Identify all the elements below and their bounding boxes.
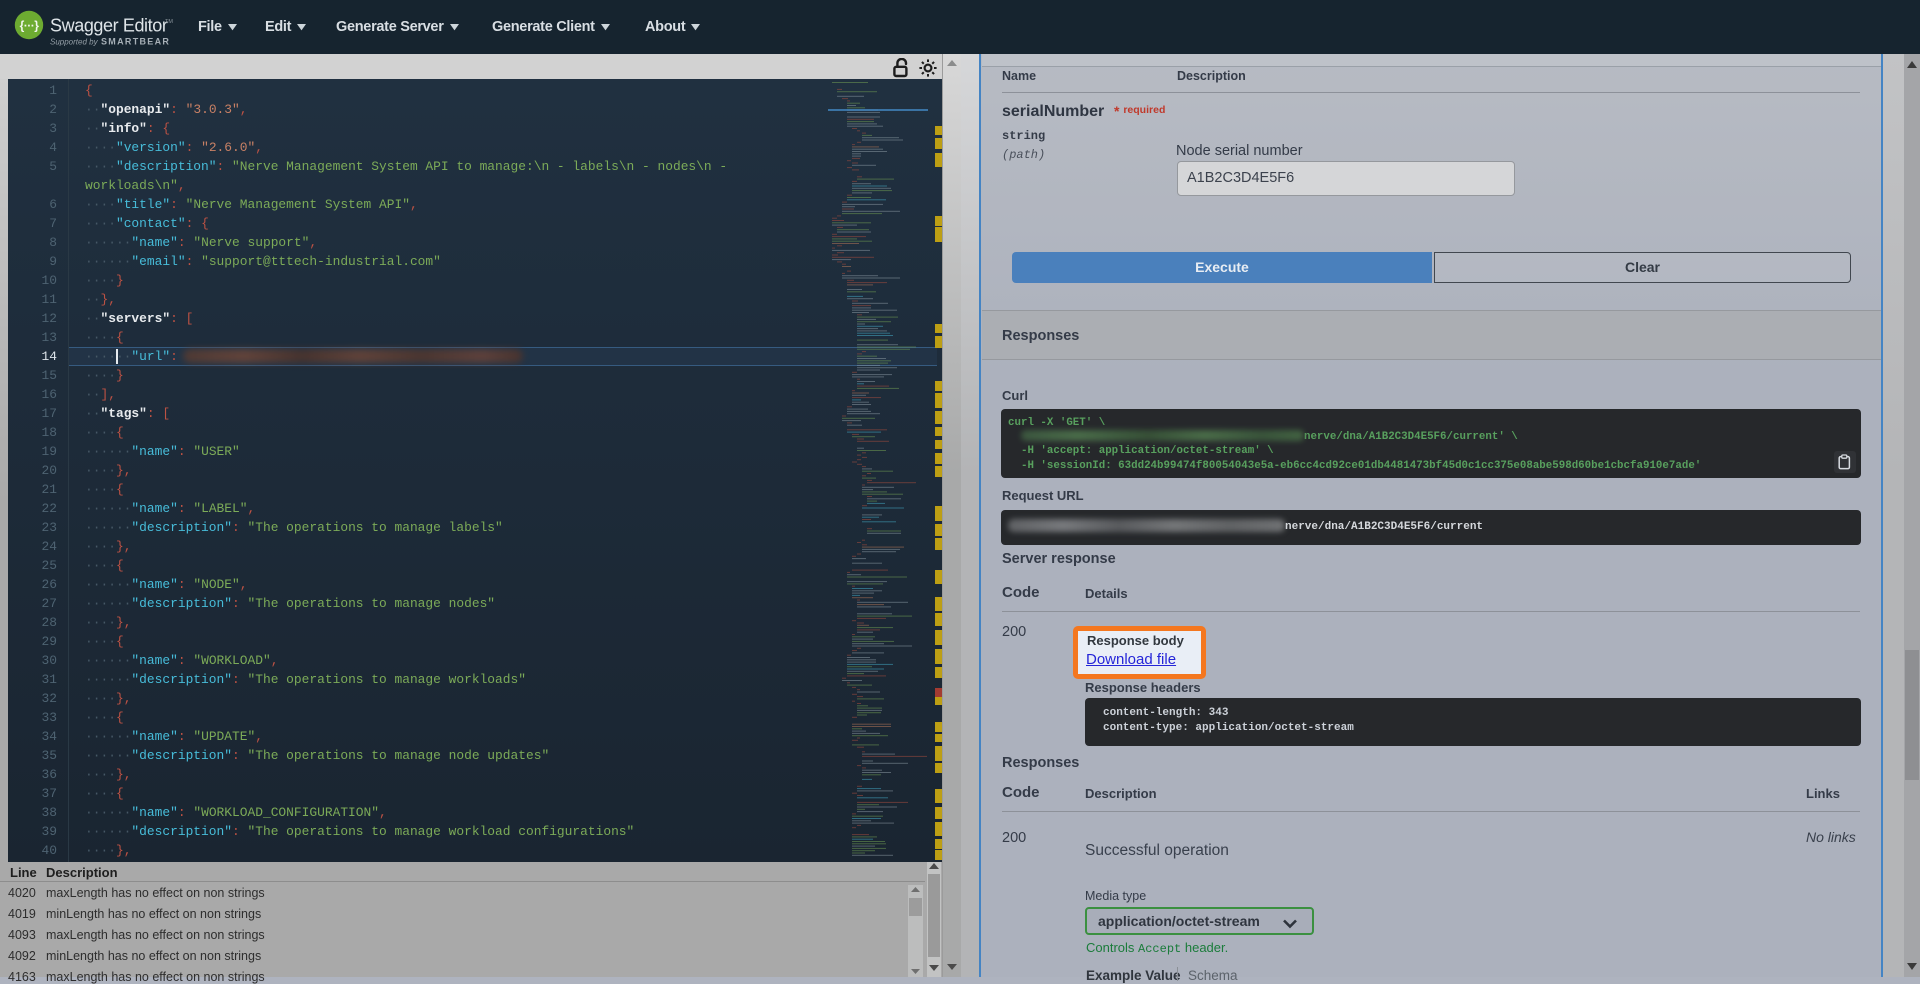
svg-text:Supported by: Supported by — [50, 38, 99, 47]
svg-text:{···}: {···} — [20, 19, 40, 33]
svg-text:TM: TM — [165, 19, 173, 25]
svg-text:SMARTBEAR: SMARTBEAR — [101, 37, 170, 47]
svg-text:Swagger Editor: Swagger Editor — [50, 16, 168, 36]
